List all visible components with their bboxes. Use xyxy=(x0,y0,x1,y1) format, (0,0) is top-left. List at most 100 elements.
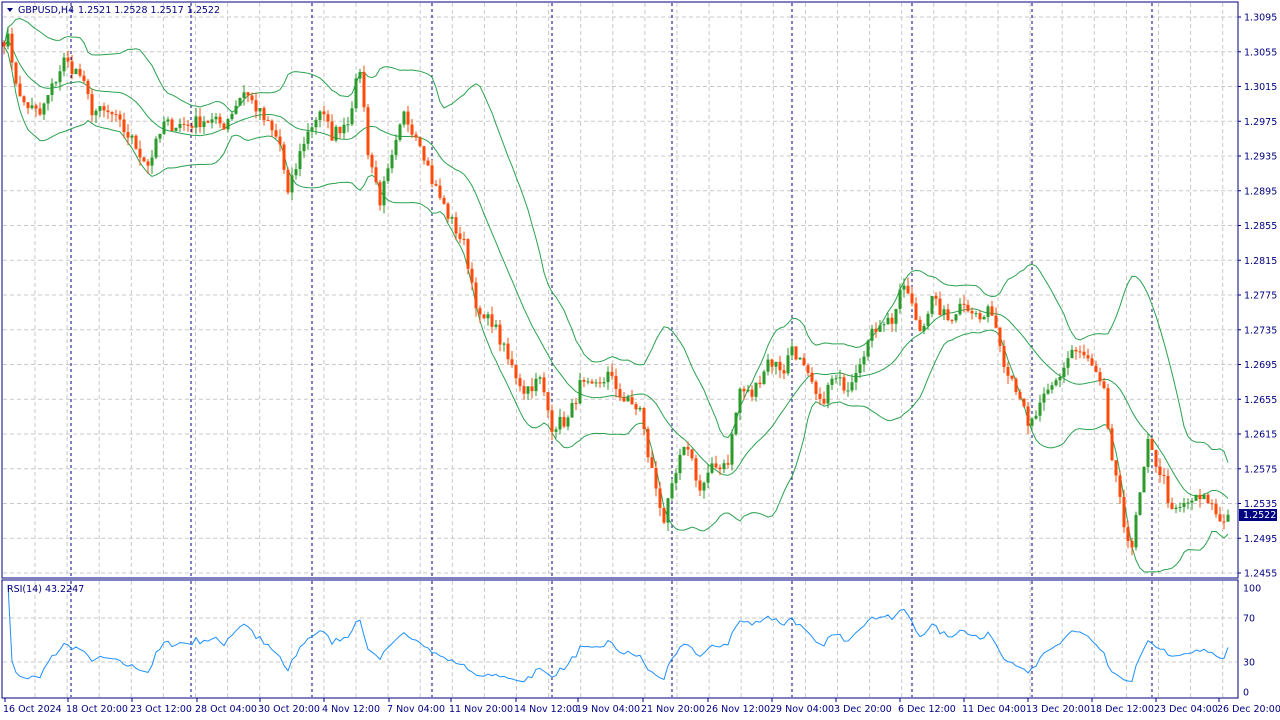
bear-candle xyxy=(542,377,546,393)
bear-candle xyxy=(134,135,138,149)
bear-candle xyxy=(374,167,378,183)
bull-candle xyxy=(386,168,390,182)
bull-candle xyxy=(354,78,358,109)
rsi-axis: 100 70 30 0 xyxy=(1243,584,1261,699)
time-tick-label: 11 Nov 20:00 xyxy=(449,704,513,715)
bear-candle xyxy=(530,386,534,392)
bear-candle xyxy=(410,124,414,135)
bear-candle xyxy=(630,397,634,405)
bear-candle xyxy=(186,124,190,126)
bear-candle xyxy=(274,130,278,137)
bear-candle xyxy=(422,146,426,161)
bear-candle xyxy=(378,182,382,206)
bear-candle xyxy=(1014,378,1018,392)
bull-candle xyxy=(554,429,558,432)
bull-candle xyxy=(626,397,630,402)
bear-candle xyxy=(634,404,638,410)
bull-candle xyxy=(790,346,794,356)
price-tick-label: 1.2975 xyxy=(1244,117,1277,128)
bear-candle xyxy=(482,314,486,319)
bear-candle xyxy=(934,295,938,299)
bear-candle xyxy=(490,314,494,327)
bull-candle xyxy=(854,372,858,383)
price-tick-label: 1.3055 xyxy=(1244,47,1277,58)
bear-candle xyxy=(806,365,810,373)
price-tick-label: 1.2735 xyxy=(1244,325,1277,336)
bear-candle xyxy=(418,137,422,147)
bear-candle xyxy=(950,320,954,322)
bear-candle xyxy=(650,457,654,469)
bull-candle xyxy=(866,340,870,357)
bull-candle xyxy=(682,446,686,455)
time-tick-label: 30 Oct 20:00 xyxy=(258,704,320,715)
bull-candle xyxy=(1066,358,1070,368)
bull-candle xyxy=(1058,377,1062,381)
time-tick-label: 28 Oct 04:00 xyxy=(195,704,257,715)
bear-candle xyxy=(434,184,438,186)
bull-candle xyxy=(74,68,78,75)
bollinger-middle-band xyxy=(3,39,1229,499)
bear-candle xyxy=(810,372,814,382)
bear-candle xyxy=(914,303,918,320)
bull-candle xyxy=(602,382,606,384)
bull-candle xyxy=(166,119,170,122)
bear-candle xyxy=(2,42,6,47)
bear-candle xyxy=(1074,349,1078,352)
bear-candle xyxy=(338,126,342,134)
bull-candle xyxy=(294,169,298,176)
chart-canvas[interactable]: 1.3095 1.3055 1.3015 1.2975 1.2935 1.2895 1.28… xyxy=(0,0,1280,720)
price-tick-label: 1.2815 xyxy=(1244,256,1277,267)
bull-candle xyxy=(754,382,758,397)
bull-candle xyxy=(730,434,734,465)
bear-candle xyxy=(910,293,914,304)
dropdown-triangle-icon[interactable] xyxy=(7,8,13,12)
bear-candle xyxy=(362,72,366,108)
bear-candle xyxy=(890,317,894,324)
bull-candle xyxy=(958,303,962,315)
bull-candle xyxy=(94,110,98,116)
bear-candle xyxy=(222,123,226,130)
bear-candle xyxy=(250,95,254,101)
bull-candle xyxy=(394,139,398,155)
time-tick-label: 16 Oct 2024 xyxy=(3,704,62,715)
bear-candle xyxy=(1170,502,1174,510)
bear-candle xyxy=(138,148,142,158)
ohlc-label: 1.2521 1.2528 1.2517 1.2522 xyxy=(78,5,220,16)
time-tick-label: 3 Dec 20:00 xyxy=(834,704,892,715)
bull-candle xyxy=(1146,438,1150,467)
bull-candle xyxy=(214,116,218,120)
bull-candle xyxy=(870,328,874,341)
bull-candle xyxy=(342,124,346,134)
bear-candle xyxy=(598,382,602,384)
time-tick-label: 11 Dec 04:00 xyxy=(962,704,1026,715)
bear-candle xyxy=(742,388,746,392)
bull-candle xyxy=(734,412,738,435)
bear-candle xyxy=(1006,367,1010,376)
bull-candle xyxy=(558,416,562,430)
bear-candle xyxy=(1018,391,1022,399)
time-axis: 16 Oct 2024 18 Oct 20:00 23 Oct 12:00 28 Oc… xyxy=(3,698,1280,715)
bull-candle xyxy=(678,454,682,474)
bull-candle xyxy=(1054,380,1058,386)
bull-candle xyxy=(706,472,710,483)
bull-candle xyxy=(1030,418,1034,426)
bull-candle xyxy=(1134,514,1138,548)
bull-candle xyxy=(238,97,242,106)
bull-candle xyxy=(154,138,158,158)
period-separators xyxy=(70,3,1153,697)
bear-candle xyxy=(906,285,910,294)
bull-candle xyxy=(382,181,386,206)
bear-candle xyxy=(466,239,470,269)
bull-candle xyxy=(178,123,182,128)
bear-candle xyxy=(874,328,878,332)
bull-candle xyxy=(1050,385,1054,390)
bear-candle xyxy=(190,125,194,128)
bull-candle xyxy=(50,83,54,96)
bear-candle xyxy=(938,298,942,316)
bear-candle xyxy=(462,238,466,240)
bear-candle xyxy=(1110,428,1114,461)
bear-candle xyxy=(842,377,846,391)
bear-candle xyxy=(962,303,966,305)
time-tick-label: 7 Nov 04:00 xyxy=(387,704,445,715)
bear-candle xyxy=(770,359,774,367)
